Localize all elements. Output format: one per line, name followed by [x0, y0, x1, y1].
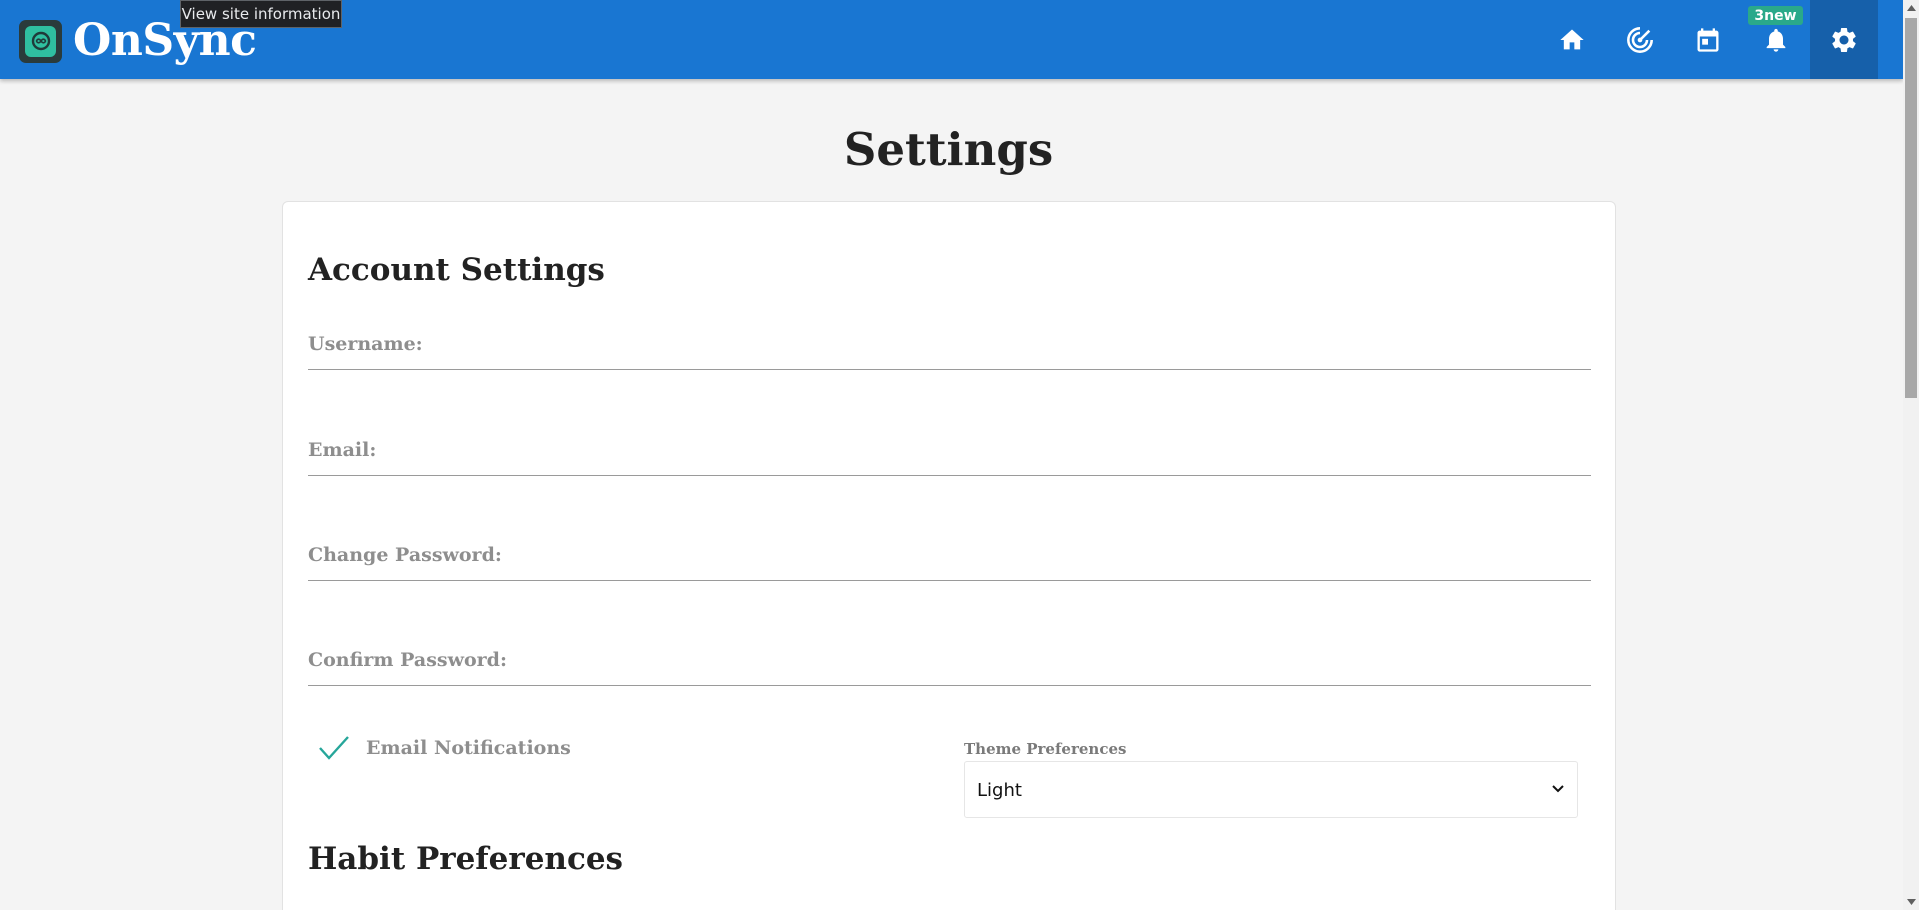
confirm-password-field[interactable]: Confirm Password:: [308, 638, 1591, 686]
settings-card: Account Settings Username: Email: Change…: [282, 201, 1616, 910]
nav-calendar[interactable]: [1674, 0, 1742, 79]
username-field[interactable]: Username:: [308, 322, 1591, 370]
email-input[interactable]: [308, 429, 1591, 475]
confirm-password-input[interactable]: [308, 639, 1591, 685]
home-icon: [1560, 29, 1584, 49]
page-scrollbar[interactable]: [1903, 0, 1919, 910]
site-info-tooltip: View site information: [180, 0, 342, 28]
nav-settings[interactable]: [1810, 0, 1878, 79]
infinity-logo-icon: [19, 19, 62, 63]
theme-selected-value: Light: [977, 780, 1022, 801]
theme-select[interactable]: Light: [964, 761, 1578, 818]
email-notifications-checkbox[interactable]: Email Notifications: [318, 735, 571, 761]
email-notifications-label: Email Notifications: [366, 737, 571, 759]
notification-badge: 3new: [1748, 6, 1803, 25]
nav-radar[interactable]: [1606, 0, 1674, 79]
calendar-icon: [1697, 27, 1719, 52]
page-title: Settings: [843, 123, 1054, 176]
username-input[interactable]: [308, 323, 1591, 369]
account-settings-heading: Account Settings: [308, 252, 605, 288]
radar-icon: [1627, 26, 1653, 53]
checkmark-icon[interactable]: [318, 735, 350, 761]
nav-home[interactable]: [1538, 0, 1606, 79]
change-password-input[interactable]: [308, 534, 1591, 580]
change-password-field[interactable]: Change Password:: [308, 533, 1591, 581]
gear-icon: [1832, 27, 1856, 52]
scroll-down-arrow-icon[interactable]: [1903, 894, 1919, 910]
theme-preferences-label: Theme Preferences: [964, 740, 1127, 758]
chevron-down-icon: [1552, 785, 1564, 793]
habit-preferences-heading: Habit Preferences: [308, 841, 624, 877]
scroll-up-arrow-icon[interactable]: [1903, 0, 1919, 16]
email-field[interactable]: Email:: [308, 428, 1591, 476]
scrollbar-thumb[interactable]: [1905, 18, 1917, 398]
bell-icon: [1766, 28, 1786, 52]
